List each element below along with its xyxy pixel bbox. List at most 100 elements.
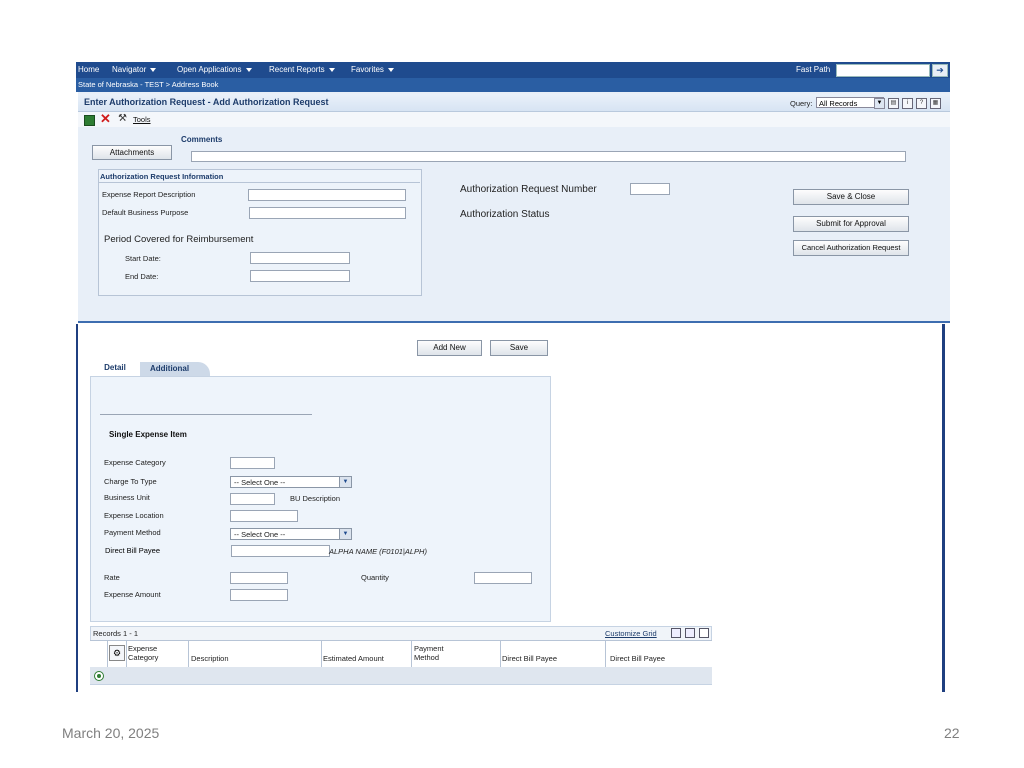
attachments-button[interactable]: Attachments (92, 145, 172, 160)
chevron-down-icon (150, 67, 157, 72)
chevron-down-icon (387, 67, 394, 72)
fast-path-go-icon[interactable]: ➔ (932, 64, 948, 77)
add-new-button[interactable]: Add New (417, 340, 482, 356)
page-number: 22 (944, 725, 960, 741)
quantity-label: Quantity (361, 573, 389, 582)
col-payment-method[interactable]: Payment Method (414, 644, 464, 662)
payment-method-select[interactable]: -- Select One -- ▼ (230, 528, 352, 540)
chevron-down-icon: ▼ (339, 477, 351, 487)
maximize-icon[interactable] (699, 628, 709, 638)
application-screenshot: Home Navigator Open Applications Recent … (76, 62, 950, 692)
export-icon[interactable] (671, 628, 681, 638)
quantity-input[interactable] (474, 572, 532, 584)
save-close-button[interactable]: Save & Close (793, 189, 909, 205)
form-title: Enter Authorization Request - Add Author… (84, 97, 329, 107)
tools-menu[interactable]: Tools (133, 115, 151, 124)
chevron-down-icon[interactable]: ▼ (874, 98, 885, 109)
query-label: Query: (790, 99, 813, 108)
panel-border (942, 324, 945, 692)
top-nav-bar: Home Navigator Open Applications Recent … (76, 62, 950, 78)
charge-to-type-label: Charge To Type (104, 477, 157, 486)
cancel-request-button[interactable]: Cancel Authorization Request (793, 240, 909, 256)
col-expense-category[interactable]: Expense Category (128, 644, 188, 662)
info-icon[interactable]: i (902, 98, 913, 109)
breadcrumb: State of Nebraska - TEST > Address Book (76, 78, 950, 92)
favorites-label: Favorites (351, 65, 384, 74)
auth-status-label: Authorization Status (460, 209, 550, 220)
section-title: Authorization Request Information (100, 172, 224, 181)
period-covered-label: Period Covered for Reimbursement (104, 234, 254, 245)
home-link[interactable]: Home (78, 65, 99, 74)
auth-request-number-field (630, 183, 670, 195)
save-icon[interactable] (84, 115, 95, 126)
authorization-form-panel: Enter Authorization Request - Add Author… (78, 92, 950, 323)
charge-to-type-select[interactable]: -- Select One -- ▼ (230, 476, 352, 488)
alpha-name-text: ALPHA NAME (F0101|ALPH) (329, 547, 427, 556)
close-icon[interactable]: ✕ (100, 112, 111, 126)
personalize-icon[interactable]: ▦ (930, 98, 941, 109)
open-applications-menu[interactable]: Open Applications (177, 65, 252, 74)
expense-amount-label: Expense Amount (104, 590, 161, 599)
save-button[interactable]: Save (490, 340, 548, 356)
customize-grid-link[interactable]: Customize Grid (605, 629, 657, 638)
rate-label: Rate (104, 573, 120, 582)
navigator-menu[interactable]: Navigator (112, 65, 157, 74)
start-date-label: Start Date: (125, 254, 161, 263)
row-select-radio[interactable] (94, 671, 104, 681)
open-applications-label: Open Applications (177, 65, 242, 74)
expense-location-input[interactable] (230, 510, 298, 522)
start-date-input[interactable] (250, 252, 350, 264)
form-title-bar: Enter Authorization Request - Add Author… (78, 94, 950, 112)
col-estimated-amount[interactable]: Estimated Amount (323, 654, 411, 663)
recent-reports-menu[interactable]: Recent Reports (269, 65, 335, 74)
fast-path-input[interactable] (836, 64, 930, 77)
comments-input[interactable] (191, 151, 906, 162)
charge-to-type-value: -- Select One -- (234, 478, 286, 487)
help-icon[interactable]: ? (916, 98, 927, 109)
expense-amount-input[interactable] (230, 589, 288, 601)
end-date-label: End Date: (125, 272, 159, 281)
expense-category-label: Expense Category (104, 458, 166, 467)
panel-border-left (76, 324, 78, 692)
grid-tools-icon[interactable]: ⚙ (109, 645, 125, 661)
single-expense-item-title: Single Expense Item (109, 430, 187, 439)
rate-input[interactable] (230, 572, 288, 584)
col-direct-bill-payee[interactable]: Direct Bill Payee (502, 654, 602, 663)
expense-report-desc-input[interactable] (248, 189, 406, 201)
chevron-down-icon (328, 67, 335, 72)
form-toolbar: ✕ ⚒ Tools (78, 112, 950, 127)
auth-request-number-label: Authorization Request Number (460, 184, 597, 195)
navigator-label: Navigator (112, 65, 147, 74)
business-unit-input[interactable] (230, 493, 275, 505)
footer-date: March 20, 2025 (62, 725, 160, 741)
section-divider (98, 182, 420, 183)
tab-detail[interactable]: Detail (90, 360, 140, 376)
tab-additional[interactable]: Additional (140, 362, 210, 376)
col-description[interactable]: Description (191, 654, 321, 663)
favorites-menu[interactable]: Favorites (351, 65, 394, 74)
submit-approval-button[interactable]: Submit for Approval (793, 216, 909, 232)
direct-bill-payee-input[interactable] (231, 545, 330, 557)
comments-label: Comments (181, 135, 223, 144)
records-count: Records 1 - 1 (93, 629, 139, 638)
payment-method-label: Payment Method (104, 528, 161, 537)
filter-icon[interactable]: ▤ (888, 98, 899, 109)
default-business-purpose-label: Default Business Purpose (102, 208, 189, 217)
col-direct-bill-payee-2[interactable]: Direct Bill Payee (610, 654, 710, 663)
chevron-down-icon (245, 67, 252, 72)
business-unit-label: Business Unit (104, 493, 150, 502)
fast-path-label: Fast Path (796, 65, 831, 74)
table-row[interactable] (90, 667, 712, 684)
expense-category-input[interactable] (230, 457, 275, 469)
end-date-input[interactable] (250, 270, 350, 282)
expense-location-label: Expense Location (104, 511, 164, 520)
chevron-down-icon: ▼ (339, 529, 351, 539)
bu-description-label: BU Description (290, 494, 341, 503)
expense-report-desc-label: Expense Report Description (102, 190, 196, 199)
direct-bill-payee-label: Direct Bill Payee (105, 546, 161, 555)
recent-reports-label: Recent Reports (269, 65, 325, 74)
default-business-purpose-input[interactable] (249, 207, 406, 219)
tools-icon[interactable]: ⚒ (118, 113, 127, 124)
detail-divider (100, 414, 312, 415)
import-icon[interactable] (685, 628, 695, 638)
